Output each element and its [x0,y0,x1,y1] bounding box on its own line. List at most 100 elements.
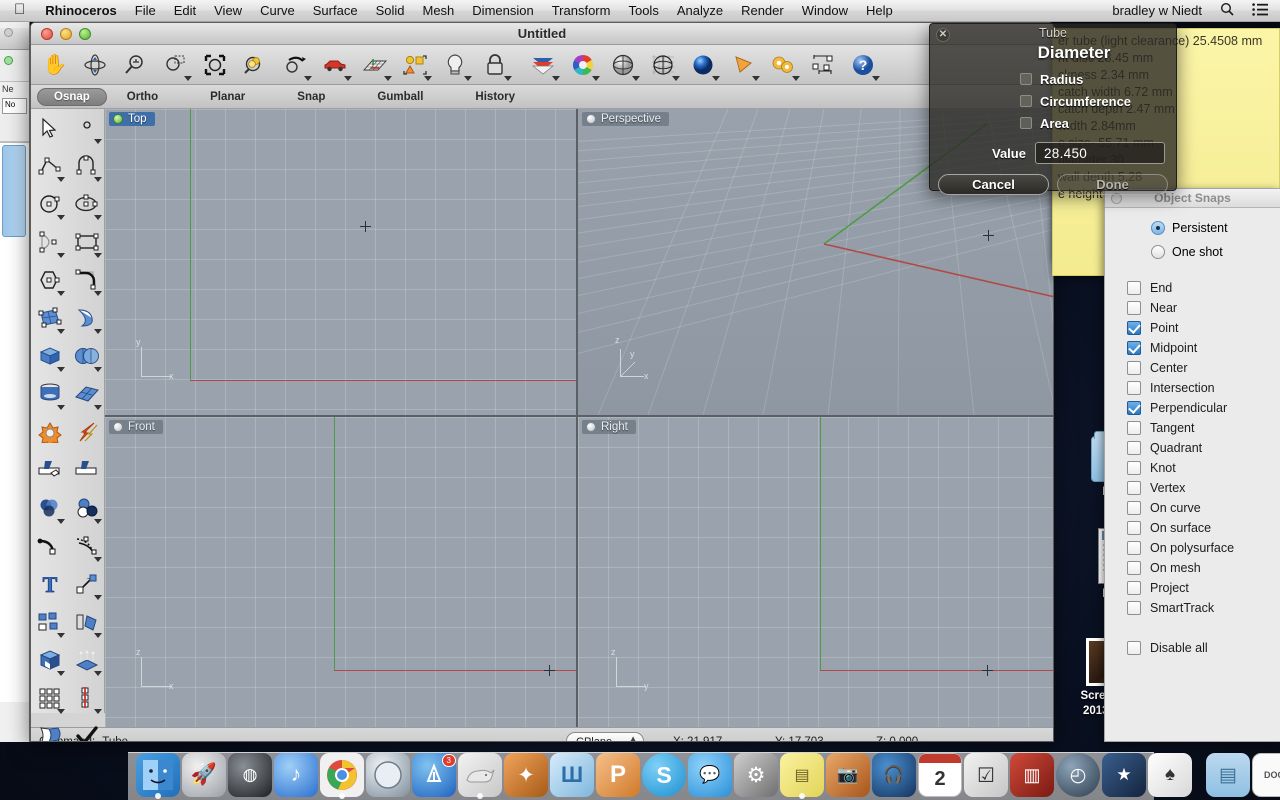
split-icon[interactable] [68,451,105,489]
menu-item-solid[interactable]: Solid [367,0,414,22]
zoom-in-out-icon[interactable] [115,46,155,84]
background-window-toolbar[interactable] [0,56,29,82]
osnap-on-polysurface[interactable]: On polysurface [1105,538,1280,558]
snap-toolbar[interactable]: Osnap Ortho Planar Snap Gumball History [31,85,1053,109]
osnap-on-mesh[interactable]: On mesh [1105,558,1280,578]
checkbox-icon[interactable] [1127,521,1141,535]
boolean-union-icon[interactable] [31,413,68,451]
osnap-near[interactable]: Near [1105,298,1280,318]
circle-icon[interactable] [31,185,68,223]
viewport-divider-horizontal[interactable] [105,415,1053,417]
background-window-field[interactable]: No [2,98,27,114]
viewport-label-front[interactable]: Front [109,420,163,434]
done-button[interactable]: Done [1057,174,1168,195]
boolean-difference-icon[interactable] [68,489,105,527]
osnap-end[interactable]: End [1105,278,1280,298]
extrude-surface-icon[interactable] [68,299,105,337]
menu-item-file[interactable]: File [126,0,165,22]
history-toggle[interactable]: History [475,91,515,103]
curve-icon[interactable] [31,223,68,261]
mirror-icon[interactable] [68,603,105,641]
dimension-icon[interactable] [803,46,843,84]
radio-icon[interactable] [1151,221,1165,235]
osnap-on-surface[interactable]: On surface [1105,518,1280,538]
tube-dialog[interactable]: ✕ Tube Diameter Radius Circumference Are… [929,23,1177,195]
finder-icon[interactable] [136,753,180,799]
window-button-icon[interactable] [4,28,13,37]
offset-curve-icon[interactable] [68,527,105,565]
viewport-right[interactable]: z y Right [578,417,1053,727]
box-icon[interactable] [31,337,68,375]
stickies-icon[interactable]: ▤ [780,753,824,799]
calendar-icon[interactable]: 2 [918,753,962,797]
cylinder-icon[interactable] [31,375,68,413]
checkbox-icon[interactable] [1127,361,1141,375]
osnap-vertex[interactable]: Vertex [1105,478,1280,498]
checkbox-icon[interactable] [1127,341,1141,355]
osnap-mode-one-shot[interactable]: One shot [1105,240,1280,264]
cplane-grid-icon[interactable] [355,46,395,84]
text-icon[interactable]: T [31,565,68,603]
menu-item-surface[interactable]: Surface [304,0,367,22]
checkbox-icon[interactable] [1020,117,1032,129]
imovie-icon[interactable]: ★ [1102,753,1146,797]
rectangle-icon[interactable] [68,223,105,261]
array-polar-icon[interactable] [68,679,105,717]
point-edit-icon[interactable] [68,565,105,603]
documents-folder-icon[interactable]: ▤ [1206,753,1250,797]
viewport-label-right[interactable]: Right [582,420,636,434]
blend-curve-icon[interactable] [31,527,68,565]
viewport-top[interactable]: y x Top [105,109,576,415]
tool-palette[interactable]: T [31,109,105,741]
solid-edit-icon[interactable] [31,641,68,679]
checkbox-icon[interactable] [1127,641,1141,655]
checkbox-icon[interactable] [1127,381,1141,395]
fillet-curve-icon[interactable] [68,261,105,299]
checkbox-icon[interactable] [1127,321,1141,335]
lock-icon[interactable] [475,46,515,84]
ortho-toggle[interactable]: Ortho [127,91,158,103]
photo-booth-icon[interactable]: ▥ [1010,753,1054,797]
array-icon[interactable] [31,679,68,717]
background-text-window[interactable]: Ne No [0,22,30,742]
point-icon[interactable] [68,109,105,147]
arc-icon[interactable] [68,147,105,185]
main-toolbar[interactable]: ✋ ? [31,45,1053,85]
osnap-point[interactable]: Point [1105,318,1280,338]
shade-sphere-icon[interactable] [603,46,643,84]
menu-item-dimension[interactable]: Dimension [463,0,542,22]
modo-icon[interactable]: ✦ [504,753,548,797]
lightwave-icon[interactable]: Ш [550,753,594,797]
checkbox-icon[interactable] [1127,401,1141,415]
checkbox-icon[interactable] [1127,441,1141,455]
close-icon[interactable]: ✕ [936,28,950,42]
menu-item-analyze[interactable]: Analyze [668,0,732,22]
rotate-view-icon[interactable] [75,46,115,84]
group-icon[interactable] [31,603,68,641]
osnap-mode-persistent[interactable]: Persistent [1105,216,1280,240]
tool-palette-grid[interactable]: T [31,109,105,741]
tube-value-row[interactable]: Value 28.450 [930,142,1176,164]
osnap-midpoint[interactable]: Midpoint [1105,338,1280,358]
rhinoceros-window[interactable]: Untitled ✋ ? Osnap Ortho Planar Snap Gum… [30,22,1054,742]
list-icon[interactable] [1243,2,1280,19]
menu-item-edit[interactable]: Edit [165,0,205,22]
menu-item-render[interactable]: Render [732,0,793,22]
polyline-icon[interactable] [31,147,68,185]
osnap-intersection[interactable]: Intersection [1105,378,1280,398]
preview-icon[interactable]: 📷 [826,753,870,797]
osnap-center[interactable]: Center [1105,358,1280,378]
menu-app-name[interactable]: Rhinoceros [36,0,126,22]
extrude-up-icon[interactable] [68,641,105,679]
checkbox-icon[interactable] [1127,281,1141,295]
app-store-icon[interactable]: 3 [412,753,456,797]
checkbox-icon[interactable] [1127,461,1141,475]
menu-bar[interactable]:  Rhinoceros File Edit View Curve Surfac… [0,0,1280,22]
surface-from-points-icon[interactable] [31,299,68,337]
rhinoceros-icon[interactable] [458,753,502,799]
pan-icon[interactable]: ✋ [35,46,75,84]
osnap-perpendicular[interactable]: Perpendicular [1105,398,1280,418]
tube-option-area[interactable]: Area [930,112,1176,134]
osnap-knot[interactable]: Knot [1105,458,1280,478]
osnap-quadrant[interactable]: Quadrant [1105,438,1280,458]
